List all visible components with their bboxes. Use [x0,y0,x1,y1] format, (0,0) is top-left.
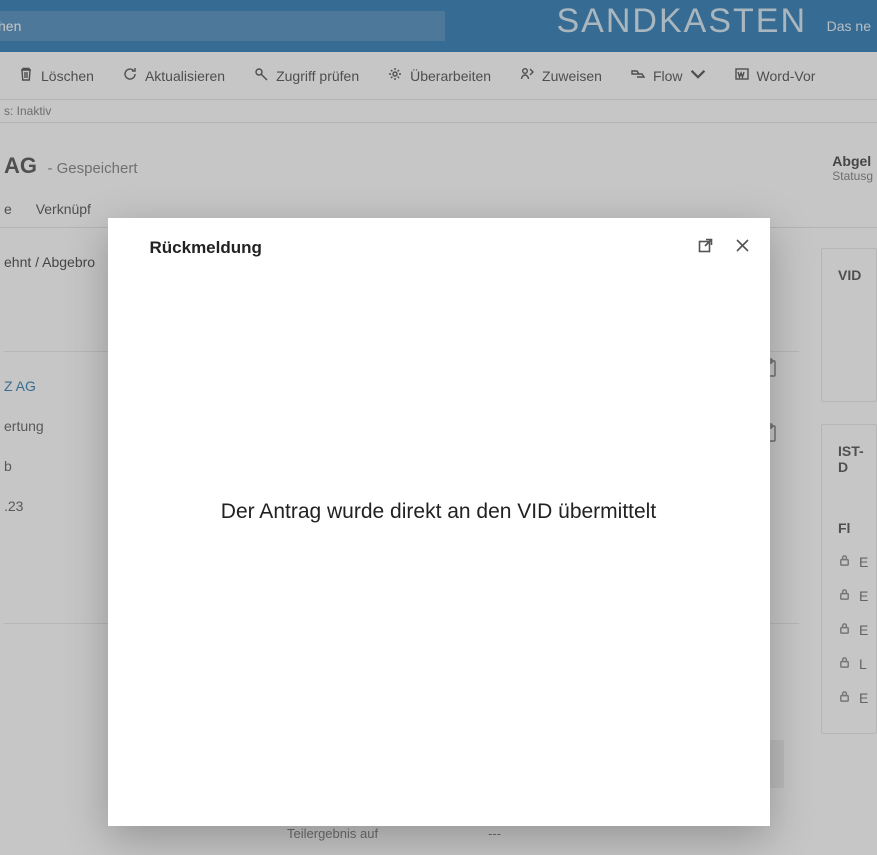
modal-overlay: Rückmeldung Der Antrag wurde direkt an d… [0,0,877,855]
dialog-body: Der Antrag wurde direkt an den VID überm… [108,278,770,826]
popout-icon[interactable] [698,238,713,258]
feedback-dialog: Rückmeldung Der Antrag wurde direkt an d… [108,218,770,826]
close-icon[interactable] [735,238,750,258]
dialog-message: Der Antrag wurde direkt an den VID überm… [221,498,656,526]
dialog-title: Rückmeldung [150,238,698,258]
dialog-header: Rückmeldung [108,218,770,278]
